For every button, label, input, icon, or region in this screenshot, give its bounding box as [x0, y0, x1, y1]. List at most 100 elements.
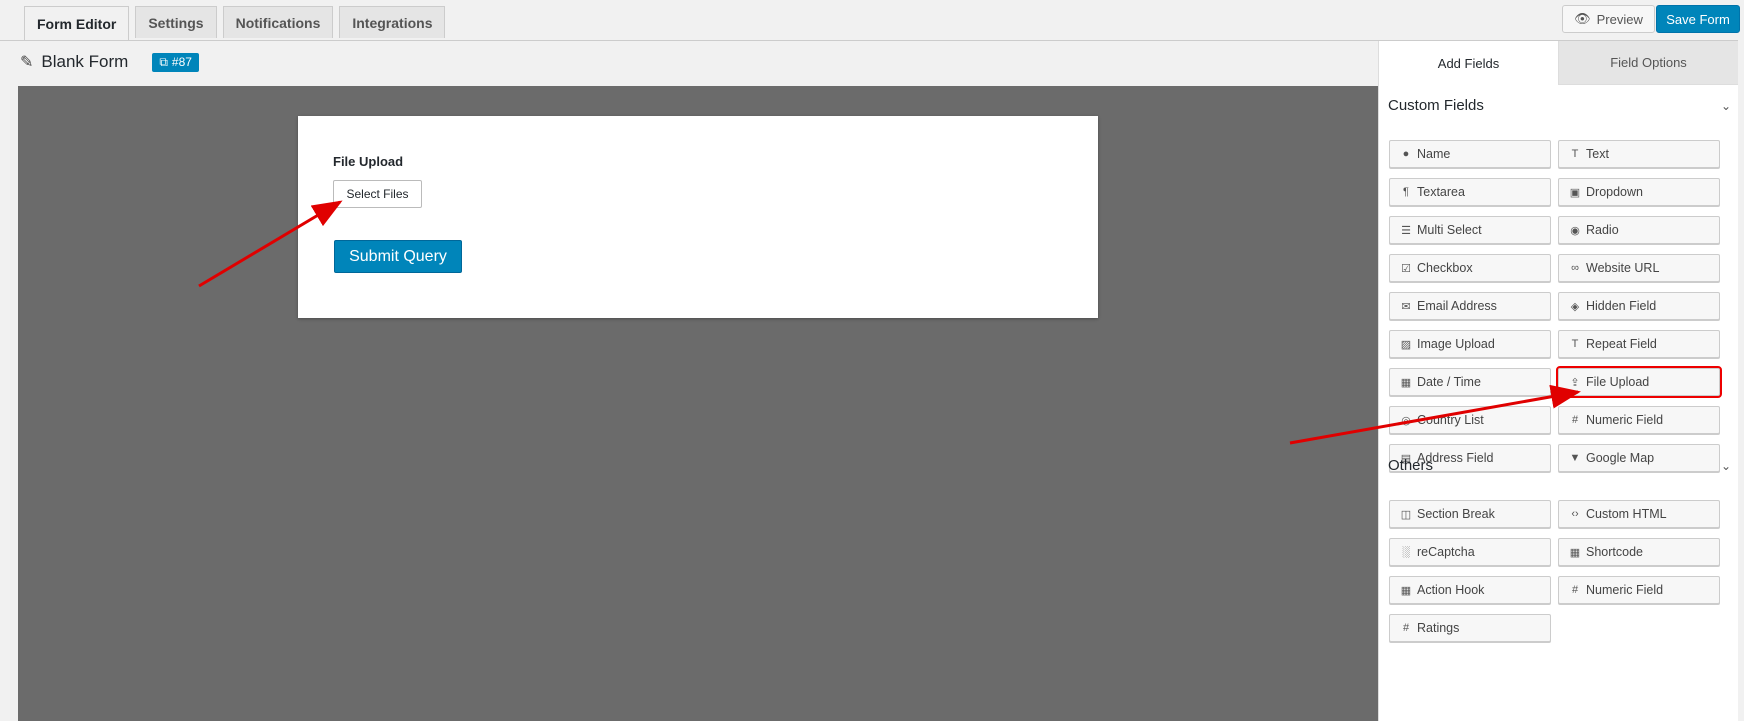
field-button-website-url[interactable]: ∞ Website URL	[1558, 254, 1720, 282]
field-button-ratings[interactable]: # Ratings	[1389, 614, 1551, 642]
field-button-name[interactable]: ● Name	[1389, 140, 1551, 168]
field-button-radio[interactable]: ◉ Radio	[1558, 216, 1720, 244]
field-button-date-time[interactable]: ▦ Date / Time	[1389, 368, 1551, 396]
field-button-numeric-field[interactable]: # Numeric Field	[1558, 576, 1720, 604]
file-upload-label: File Upload	[333, 154, 404, 169]
numeric-field-icon: #	[1571, 584, 1579, 596]
field-button-label: Email Address	[1417, 299, 1497, 313]
field-button-hidden-field[interactable]: ◈ Hidden Field	[1558, 292, 1720, 320]
field-button-label: Multi Select	[1417, 223, 1482, 237]
email-address-icon: ✉	[1401, 300, 1411, 313]
date-time-icon: ▦	[1400, 376, 1412, 389]
field-button-section-break[interactable]: ◫ Section Break	[1389, 500, 1551, 528]
field-button-recaptcha[interactable]: ░ reCaptcha	[1389, 538, 1551, 566]
form-id-badge[interactable]: ⧉ #87	[152, 52, 199, 72]
form-id-text: #87	[171, 55, 192, 69]
field-button-label: Checkbox	[1417, 261, 1473, 275]
select-files-button[interactable]: Select Files	[333, 180, 422, 208]
sidebar-tabs: Add Fields Field Options	[1379, 41, 1738, 85]
numeric-field-icon: #	[1571, 414, 1579, 426]
website-url-icon: ∞	[1571, 262, 1579, 274]
field-button-repeat-field[interactable]: T Repeat Field	[1558, 330, 1720, 358]
preview-button[interactable]: 👁 Preview	[1562, 5, 1655, 33]
field-button-label: Name	[1417, 147, 1451, 161]
form-preview-card: File Upload Select Files Submit Query	[298, 116, 1098, 318]
field-button-label: Hidden Field	[1586, 299, 1657, 313]
field-button-numeric-field[interactable]: # Numeric Field	[1558, 406, 1720, 434]
field-button-image-upload[interactable]: ▨ Image Upload	[1389, 330, 1551, 358]
section-break-icon: ◫	[1400, 508, 1412, 521]
textarea-icon: ¶	[1403, 186, 1409, 198]
field-button-label: Country List	[1417, 413, 1484, 427]
field-button-action-hook[interactable]: ▦ Action Hook	[1389, 576, 1551, 604]
field-button-custom-html[interactable]: ‹› Custom HTML	[1558, 500, 1720, 528]
field-button-shortcode[interactable]: ▦ Shortcode	[1558, 538, 1720, 566]
field-button-label: Numeric Field	[1586, 583, 1664, 597]
text-icon: T	[1571, 148, 1579, 160]
multi-select-icon: ☰	[1401, 224, 1411, 237]
field-button-email-address[interactable]: ✉ Email Address	[1389, 292, 1551, 320]
custom-fields-grid: ● Name T Text ¶ Textarea ▣ Dropdown ☰ Multi Selec…	[1389, 140, 1722, 472]
field-button-label: Date / Time	[1417, 375, 1481, 389]
others-heading[interactable]: Others ⌄	[1388, 457, 1731, 474]
field-button-label: Dropdown	[1586, 185, 1643, 199]
chevron-down-icon: ⌄	[1720, 458, 1731, 473]
save-form-button[interactable]: Save Form	[1656, 5, 1740, 33]
custom-fields-title: Custom Fields	[1388, 97, 1484, 114]
field-button-label: Shortcode	[1586, 545, 1643, 559]
field-button-multi-select[interactable]: ☰ Multi Select	[1389, 216, 1551, 244]
field-button-label: Text	[1586, 147, 1609, 161]
image-upload-icon: ▨	[1400, 338, 1412, 351]
name-icon: ●	[1402, 148, 1410, 160]
repeat-field-icon: T	[1571, 338, 1579, 350]
field-button-label: Custom HTML	[1586, 507, 1667, 521]
field-button-label: Numeric Field	[1586, 413, 1664, 427]
tab-integrations[interactable]: Integrations	[339, 6, 446, 38]
tab-add-fields[interactable]: Add Fields	[1379, 41, 1558, 85]
field-button-label: Textarea	[1417, 185, 1465, 199]
field-button-label: Radio	[1586, 223, 1619, 237]
field-button-label: File Upload	[1586, 375, 1650, 389]
others-title: Others	[1388, 457, 1434, 474]
checkbox-icon: ☑	[1401, 262, 1411, 275]
form-canvas: File Upload Select Files Submit Query	[18, 86, 1378, 721]
copy-icon: ⧉	[159, 54, 168, 69]
country-list-icon: ◎	[1401, 414, 1411, 427]
recaptcha-icon: ░	[1402, 546, 1410, 558]
submit-query-button[interactable]: Submit Query	[334, 240, 462, 273]
field-button-label: Section Break	[1417, 507, 1495, 521]
form-title-bar: ✎ Blank Form ⧉ #87	[20, 52, 199, 72]
field-button-dropdown[interactable]: ▣ Dropdown	[1558, 178, 1720, 206]
ratings-icon: #	[1402, 622, 1410, 634]
field-button-checkbox[interactable]: ☑ Checkbox	[1389, 254, 1551, 282]
hidden-field-icon: ◈	[1570, 300, 1580, 313]
field-button-label: Website URL	[1586, 261, 1660, 275]
eye-icon: 👁	[1574, 11, 1591, 26]
tab-field-options[interactable]: Field Options	[1558, 41, 1738, 85]
action-hook-icon: ▦	[1400, 584, 1412, 597]
tab-settings[interactable]: Settings	[135, 6, 217, 38]
field-button-textarea[interactable]: ¶ Textarea	[1389, 178, 1551, 206]
field-button-label: Action Hook	[1417, 583, 1485, 597]
field-button-label: Ratings	[1417, 621, 1460, 635]
field-button-label: Image Upload	[1417, 337, 1495, 351]
fields-sidebar: Add Fields Field Options Custom Fields ⌄…	[1378, 41, 1738, 721]
custom-html-icon: ‹›	[1571, 508, 1579, 520]
chevron-down-icon: ⌄	[1720, 98, 1731, 113]
radio-icon: ◉	[1570, 224, 1580, 237]
tab-form-editor[interactable]: Form Editor	[24, 6, 130, 41]
dropdown-icon: ▣	[1569, 186, 1581, 199]
field-button-label: reCaptcha	[1417, 545, 1475, 559]
field-button-label: Repeat Field	[1586, 337, 1657, 351]
other-fields-grid: ◫ Section Break ‹› Custom HTML ░ reCaptcha ▦ Sh…	[1389, 500, 1720, 642]
field-button-text[interactable]: T Text	[1558, 140, 1720, 168]
field-button-country-list[interactable]: ◎ Country List	[1389, 406, 1551, 434]
custom-fields-heading[interactable]: Custom Fields ⌄	[1388, 97, 1731, 114]
form-title[interactable]: Blank Form	[41, 52, 128, 72]
preview-label: Preview	[1596, 11, 1643, 27]
pencil-icon[interactable]: ✎	[20, 52, 33, 72]
editor-tabs: Form Editor Settings Notifications Integ…	[24, 6, 446, 41]
field-button-file-upload[interactable]: ⇪ File Upload	[1556, 366, 1722, 398]
shortcode-icon: ▦	[1569, 546, 1581, 559]
tab-notifications[interactable]: Notifications	[222, 6, 334, 38]
